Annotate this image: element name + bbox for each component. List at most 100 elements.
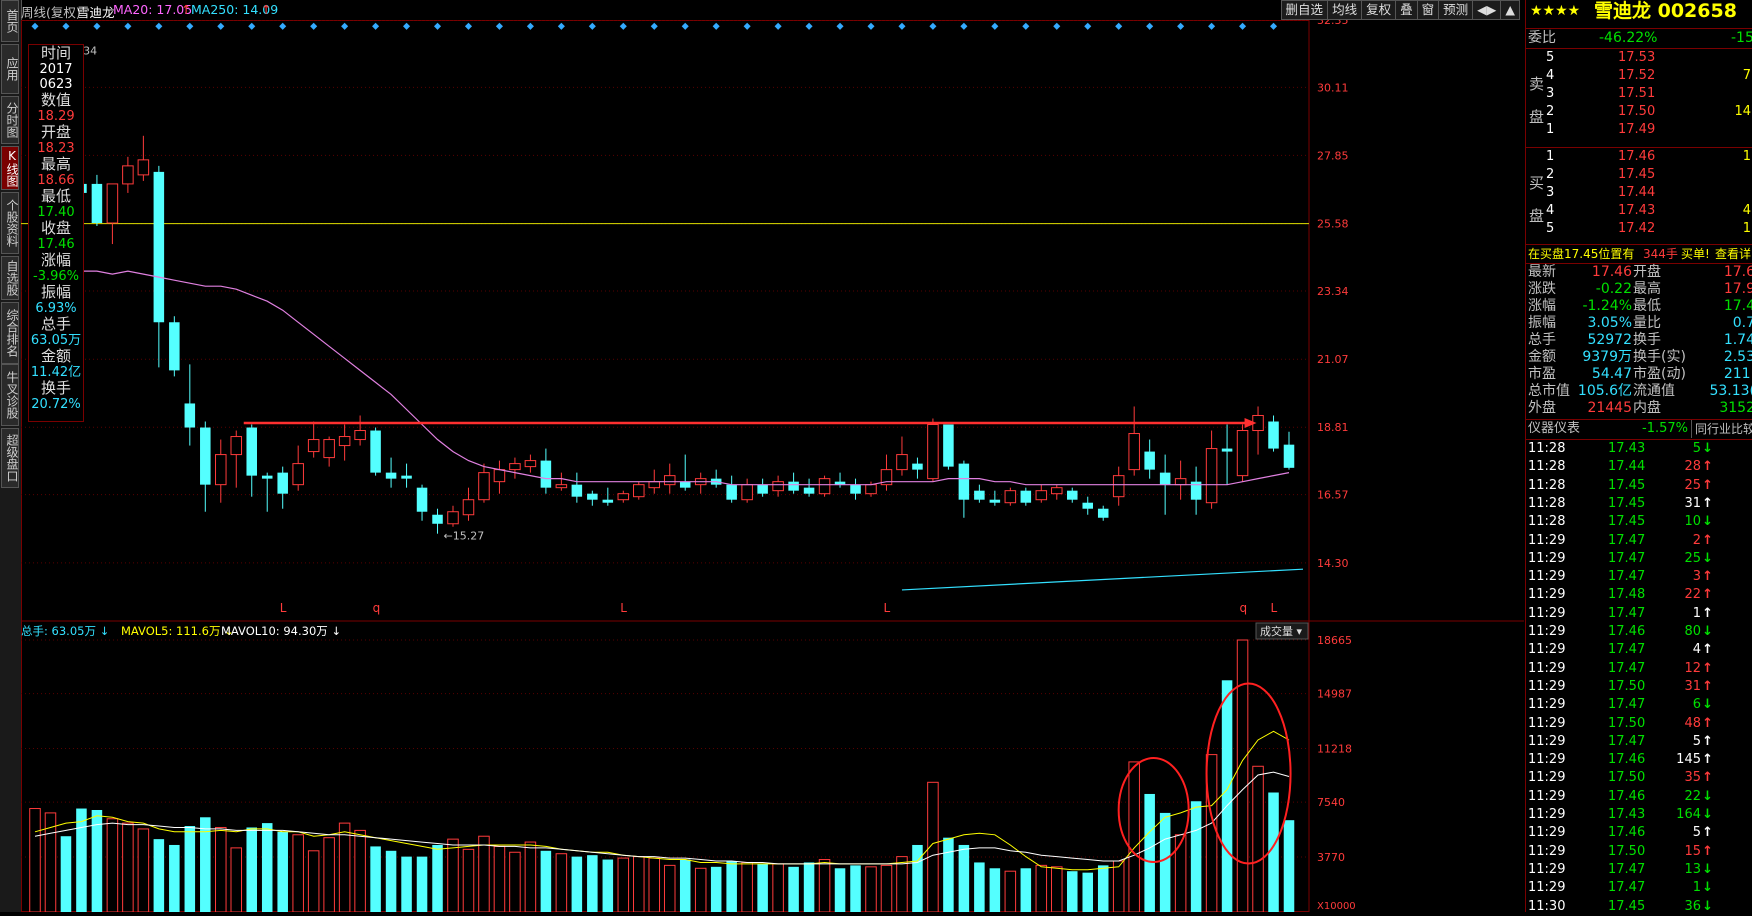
volume-bar[interactable]: [76, 808, 87, 912]
volume-bar[interactable]: [323, 837, 335, 912]
tick-row[interactable]: 11:29 17.47 4 ↑: [1526, 641, 1752, 659]
tick-row[interactable]: 11:29 17.47 2 ↑: [1526, 532, 1752, 550]
event-marker-icon[interactable]: [372, 22, 380, 30]
volume-bar[interactable]: [633, 856, 645, 912]
event-marker-icon[interactable]: [1208, 22, 1216, 30]
volume-bar[interactable]: [540, 850, 552, 912]
candle[interactable]: [834, 472, 846, 488]
event-marker-icon[interactable]: [681, 22, 689, 30]
candle[interactable]: [184, 364, 196, 446]
tick-row[interactable]: 11:30 17.45 36 ↓: [1526, 898, 1752, 916]
candle[interactable]: [571, 472, 583, 503]
event-marker-icon[interactable]: [155, 22, 163, 30]
candle[interactable]: [1190, 466, 1202, 515]
volume-bar[interactable]: [788, 866, 799, 912]
candle[interactable]: [1236, 424, 1249, 482]
volume-bar[interactable]: [385, 850, 397, 912]
volume-bar[interactable]: [663, 864, 676, 912]
toolbar-button-5[interactable]: 预测: [1438, 0, 1474, 20]
candle[interactable]: [1283, 431, 1295, 470]
event-marker-icon[interactable]: [217, 22, 225, 30]
tick-row[interactable]: 11:29 17.47 6 ↓: [1526, 696, 1752, 714]
toolbar-button-4[interactable]: 窗: [1416, 0, 1440, 20]
volume-bar[interactable]: [1252, 765, 1264, 912]
buy-level[interactable]: 2 17.45: [1526, 166, 1752, 184]
candle[interactable]: [338, 424, 351, 461]
tick-row[interactable]: 11:29 17.46 145 ↑: [1526, 751, 1752, 769]
tick-row[interactable]: 11:29 17.46 5 ↑: [1526, 824, 1752, 842]
volume-bar[interactable]: [60, 836, 72, 912]
tab-0[interactable]: 首页: [1, 0, 19, 42]
event-marker-icon[interactable]: [186, 22, 194, 30]
candle[interactable]: [230, 430, 243, 488]
tick-row[interactable]: 11:28 17.45 31 ↑: [1526, 495, 1752, 513]
sell-level[interactable]: 3 17.51: [1526, 85, 1752, 103]
tab-7[interactable]: 牛叉诊股: [1, 364, 19, 426]
tab-4[interactable]: 个股资料: [1, 192, 19, 254]
volume-bar[interactable]: [1205, 754, 1218, 912]
candle[interactable]: [679, 454, 691, 491]
event-marker-icon[interactable]: [433, 22, 442, 30]
candle[interactable]: [292, 445, 304, 491]
tab-1[interactable]: 应用: [1, 44, 19, 94]
volume-bar[interactable]: [1128, 761, 1140, 912]
event-marker-icon[interactable]: [743, 22, 751, 30]
volume-bar[interactable]: [1236, 639, 1249, 912]
candle[interactable]: [896, 436, 908, 476]
candle[interactable]: [509, 457, 521, 479]
candle[interactable]: [153, 165, 165, 368]
notice-link[interactable]: 查看详: [1715, 245, 1751, 263]
event-marker-icon[interactable]: [93, 22, 101, 30]
tick-row[interactable]: 11:28 17.43 5 ↓: [1526, 440, 1752, 458]
candle[interactable]: [1004, 487, 1017, 506]
candle[interactable]: [726, 475, 737, 503]
event-marker-icon[interactable]: [341, 22, 349, 30]
candle[interactable]: [927, 418, 939, 482]
volume-bar[interactable]: [292, 834, 304, 912]
volume-bar[interactable]: [215, 826, 227, 912]
volume-bar[interactable]: [974, 862, 985, 912]
event-marker-icon[interactable]: [62, 22, 70, 30]
volume-bar[interactable]: [741, 861, 753, 912]
period-label[interactable]: 周线(复权): [21, 2, 81, 21]
volume-bar[interactable]: [757, 863, 768, 912]
volume-bar[interactable]: [818, 859, 831, 912]
tab-6[interactable]: 综合排名: [1, 302, 19, 364]
volume-bar[interactable]: [416, 856, 428, 912]
volume-bar[interactable]: [943, 837, 954, 912]
volume-bar[interactable]: [865, 866, 877, 912]
candle[interactable]: [1097, 505, 1109, 521]
volume-bar[interactable]: [1020, 868, 1032, 912]
candle[interactable]: [663, 463, 676, 494]
tick-row[interactable]: 11:29 17.46 22 ↓: [1526, 788, 1752, 806]
volume-bar[interactable]: [493, 845, 506, 912]
event-marker-icon[interactable]: [495, 22, 503, 30]
event-marker-icon[interactable]: [588, 22, 596, 30]
volume-bar[interactable]: [1174, 834, 1187, 912]
candle[interactable]: [1082, 496, 1094, 515]
event-marker-icon[interactable]: [898, 22, 906, 30]
candle[interactable]: [462, 487, 475, 521]
toolbar-button-6[interactable]: ◀▶: [1472, 0, 1502, 20]
tick-row[interactable]: 11:29 17.48 22 ↑: [1526, 586, 1752, 604]
tick-row[interactable]: 11:29 17.50 31 ↑: [1526, 678, 1752, 696]
volume-bar[interactable]: [1144, 793, 1155, 912]
volume-bar[interactable]: [370, 846, 381, 912]
event-marker-icon[interactable]: [867, 22, 875, 30]
industry-label[interactable]: 仪器仪表: [1528, 420, 1580, 438]
toolbar-button-0[interactable]: 删自选: [1280, 0, 1329, 20]
candle[interactable]: [741, 478, 753, 503]
candle[interactable]: [524, 454, 537, 473]
candle[interactable]: [788, 472, 799, 494]
candle[interactable]: [1112, 466, 1125, 506]
candle[interactable]: [416, 484, 428, 521]
volume-bar[interactable]: [169, 844, 180, 912]
candle[interactable]: [277, 466, 288, 509]
candle[interactable]: [1205, 430, 1218, 509]
volume-bar[interactable]: [726, 860, 737, 912]
tick-row[interactable]: 11:29 17.47 3 ↑: [1526, 568, 1752, 586]
tick-row[interactable]: 11:29 17.47 25 ↓: [1526, 550, 1752, 568]
tick-row[interactable]: 11:28 17.44 28 ↑: [1526, 458, 1752, 476]
toolbar-button-7[interactable]: ▲: [1500, 0, 1520, 20]
event-marker-icon[interactable]: [836, 22, 844, 30]
